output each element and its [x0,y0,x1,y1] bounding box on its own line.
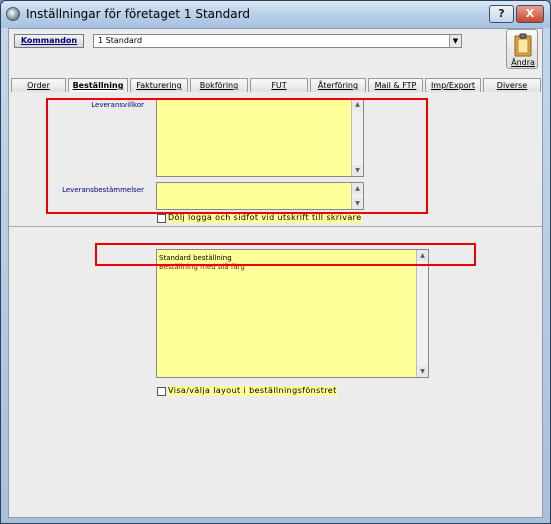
settings-window: Inställningar för företaget 1 Standard ?… [0,0,551,524]
layout-list-scrollbar[interactable]: ▲ ▼ [416,250,428,377]
company-select-value: 1 Standard [98,36,143,45]
client-area: Kommandon 1 Standard ▼ Ändra Order Bestä… [8,28,543,518]
app-icon [6,7,20,21]
tab-diverse[interactable]: Diverse [483,78,541,92]
hide-logo-checkbox[interactable] [157,214,166,223]
show-layout-checkbox[interactable] [157,387,166,396]
scroll-down-icon[interactable]: ▼ [417,366,428,377]
tab-imp-export[interactable]: Imp/Export [425,78,481,92]
tab-order[interactable]: Order [11,78,66,92]
help-button[interactable]: ? [489,5,514,23]
order-panel: Leveransvillkor ▲ ▼ Leveransbestämmelser… [9,91,542,227]
andra-button[interactable]: Ändra [506,29,538,69]
chevron-down-icon[interactable]: ▼ [449,35,461,47]
tab-bokforing[interactable]: Bokföring [190,78,248,92]
layout-list[interactable]: Standard beställning Beställning med blå… [156,249,429,378]
close-button[interactable]: X [516,5,544,23]
tab-fut[interactable]: FUT [250,78,308,92]
hide-logo-label: Dölj logga och sidfot vid utskrift till … [168,213,362,223]
kommandon-button[interactable]: Kommandon [14,34,84,48]
tab-bestallning[interactable]: Beställning [68,78,128,92]
tab-mail-ftp[interactable]: Mail & FTP [368,78,423,92]
highlight-box-delivery [46,98,428,214]
tab-aterforing[interactable]: Återföring [310,78,366,92]
clipboard-icon [514,33,532,57]
tab-bar: Order Beställning Fakturering Bokföring … [11,78,541,92]
show-layout-label: Visa/välja layout i beställningsfönstret [168,386,337,396]
tab-fakturering[interactable]: Fakturering [130,78,188,92]
company-select[interactable]: 1 Standard ▼ [93,34,462,48]
andra-label: Ändra [511,58,535,67]
window-title: Inställningar för företaget 1 Standard [26,7,250,21]
highlight-box-layout [95,243,476,266]
title-bar: Inställningar för företaget 1 Standard ?… [1,1,550,28]
